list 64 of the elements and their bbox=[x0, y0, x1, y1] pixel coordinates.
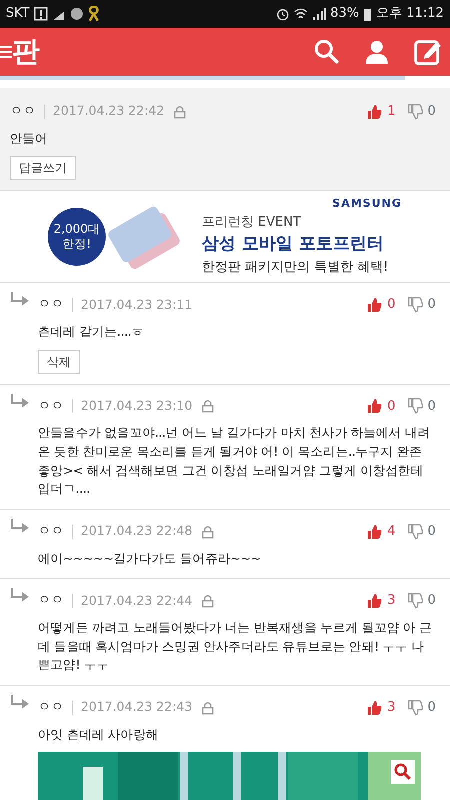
like-count: 3 bbox=[387, 592, 396, 610]
battery-percentage: 83% bbox=[330, 5, 360, 24]
like-count: 0 bbox=[387, 296, 396, 314]
author-name: ㅇㅇ bbox=[38, 398, 64, 416]
notification-icon bbox=[34, 7, 48, 21]
ad-headline: 삼성 모바일 포토프린터 bbox=[202, 233, 385, 256]
comment-date: 2017.04.23 23:10 bbox=[81, 396, 193, 415]
alarm-icon bbox=[276, 7, 290, 21]
reply-button[interactable]: 삭제 bbox=[38, 350, 80, 374]
battery-icon bbox=[363, 7, 372, 21]
thumbs-down-icon[interactable] bbox=[408, 297, 424, 313]
zoom-icon[interactable] bbox=[391, 760, 415, 784]
brand-name: SAMSUNG bbox=[332, 196, 402, 212]
comment-text: 에이~~~~~길가다가도 들어쥬라~~~ bbox=[38, 550, 262, 568]
thumbs-down-icon[interactable] bbox=[408, 700, 424, 716]
comment-date: 2017.04.23 22:44 bbox=[81, 592, 193, 610]
comment-date: 2017.04.23 23:11 bbox=[81, 296, 193, 314]
compose-icon[interactable] bbox=[414, 38, 442, 66]
logo[interactable]: 판 bbox=[12, 38, 40, 66]
thumbs-down-icon[interactable] bbox=[408, 593, 424, 609]
clock-time: 오후 11:12 bbox=[376, 5, 444, 24]
author-name: ㅇㅇ bbox=[38, 296, 64, 314]
reply-button[interactable]: 답글쓰기 bbox=[10, 156, 76, 180]
thumbs-down-icon[interactable] bbox=[408, 398, 424, 414]
like-count: 4 bbox=[387, 523, 396, 541]
comment-date: 2017.04.23 22:48 bbox=[81, 522, 193, 540]
wifi-icon bbox=[294, 7, 308, 21]
dislike-count: 0 bbox=[428, 523, 436, 541]
dislike-count: 0 bbox=[428, 699, 436, 717]
author-name: ㅇㅇ bbox=[38, 699, 64, 717]
thumbs-up-icon[interactable] bbox=[367, 297, 384, 313]
thumbs-up-icon[interactable] bbox=[367, 104, 384, 120]
comment-text: 안들을수가 없을꼬야...넌 어느 날 길가다가 마치 천사가 하늘에서 내려온 듯한 찬미로운 목소리를 듣게 될거야 어! 이 목소리는..누구지 완존 좋앙>< 해서 검색해보면 그건 이창섭 노래일거얌 그렇게 이창섭한테 입더ㄱ.... bbox=[38, 424, 432, 498]
menu-icon[interactable] bbox=[0, 44, 12, 60]
comment-text: 어떻게든 까려고 노래들어봤다가 너는 반복재생을 누르게 될꼬얌 아 근데 들을때 혹시엄마가 스밍권 안사주더라도 유튜브로는 안돼! ㅜㅜ 나쁜고얌! ㅜㅜ bbox=[38, 618, 433, 674]
author-name: ㅇㅇ bbox=[10, 103, 36, 121]
dislike-count: 0 bbox=[428, 592, 436, 610]
like-count: 0 bbox=[387, 398, 396, 416]
promo-badge: 2,000대 한정! bbox=[48, 208, 106, 266]
comment-text: 츤데레 같기는....ㅎ bbox=[38, 322, 146, 341]
like-count: 1 bbox=[387, 103, 396, 121]
dislike-count: 0 bbox=[428, 398, 436, 416]
user-icon[interactable] bbox=[364, 39, 390, 65]
comment-text: 안들어 bbox=[10, 130, 49, 148]
comment-date: 2017.04.23 22:42 bbox=[53, 102, 165, 120]
like-count: 3 bbox=[387, 699, 396, 717]
thumbs-up-icon[interactable] bbox=[367, 398, 384, 414]
signal-icon bbox=[312, 7, 326, 21]
thumbs-down-icon[interactable] bbox=[408, 524, 424, 540]
search-icon[interactable] bbox=[314, 39, 340, 65]
thumbs-down-icon[interactable] bbox=[408, 104, 424, 120]
dislike-count: 0 bbox=[428, 103, 436, 121]
ad-subline: 한정판 패키지만의 특별한 혜택! bbox=[202, 258, 390, 277]
comment-text: 아잇 츤데레 사아랑해 bbox=[38, 726, 160, 744]
ribbon-icon bbox=[88, 6, 100, 22]
author-name: ㅇㅇ bbox=[38, 592, 64, 610]
comment-date: 2017.04.23 22:43 bbox=[81, 698, 193, 716]
thumbs-up-icon[interactable] bbox=[367, 700, 384, 716]
author-name: ㅇㅇ bbox=[38, 523, 64, 541]
carrier-name: SKT bbox=[6, 5, 30, 24]
dislike-count: 0 bbox=[428, 296, 436, 314]
thumbs-up-icon[interactable] bbox=[367, 593, 384, 609]
thumbs-up-icon[interactable] bbox=[367, 524, 384, 540]
ad-eyebrow: 프리런칭 EVENT bbox=[202, 214, 302, 232]
